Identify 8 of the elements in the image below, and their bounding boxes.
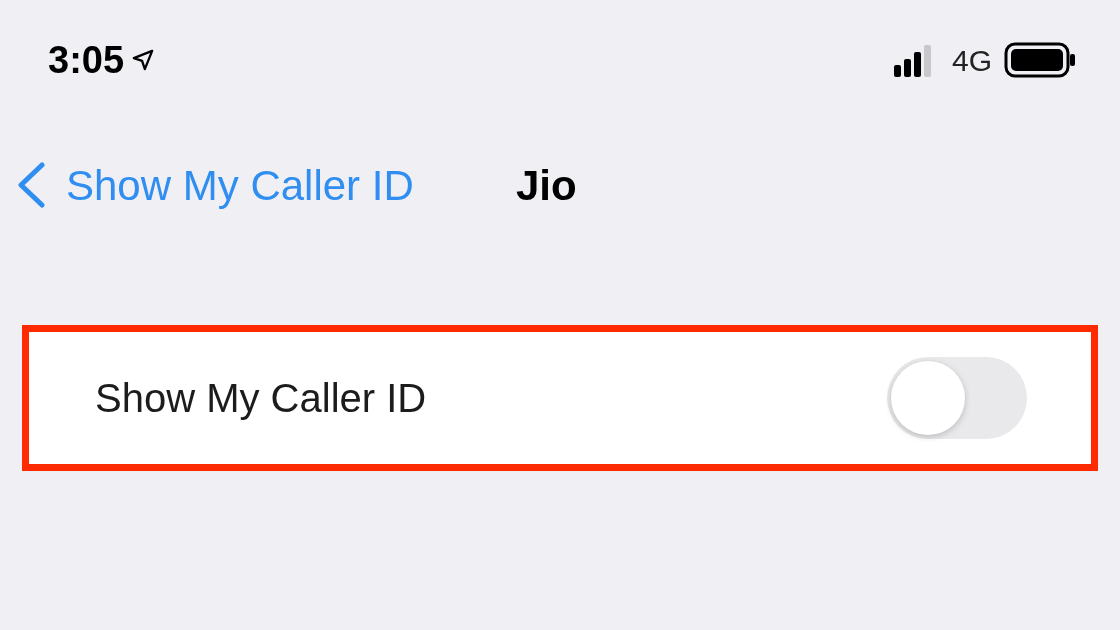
page-title: Jio (516, 160, 577, 211)
battery-icon (1004, 42, 1076, 78)
back-chevron-icon (16, 162, 46, 208)
back-button[interactable]: Show My Caller ID (16, 153, 476, 217)
location-arrow-icon (132, 49, 155, 71)
network-label: 4G (951, 42, 992, 79)
status-time: 3:05 (48, 37, 125, 83)
setting-label: Show My Caller ID (95, 375, 427, 422)
